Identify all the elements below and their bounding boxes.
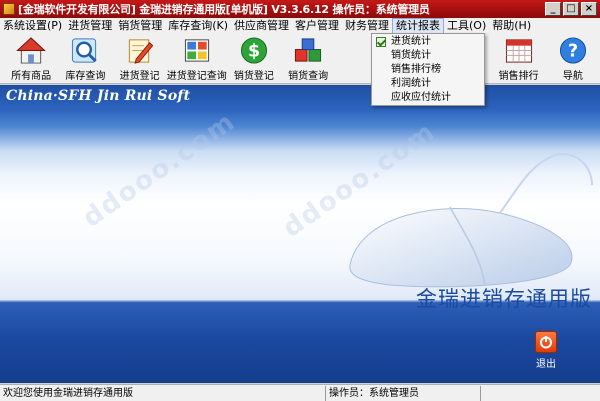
tool-navigation[interactable]: ? 导航 [546, 34, 600, 82]
menu-tools[interactable]: 工具(O) [444, 18, 489, 34]
reports-dropdown: 进货统计 销货统计 销售排行榜 利润统计 应收应付统计 [371, 33, 485, 106]
menu-customers[interactable]: 客户管理 [292, 18, 342, 34]
dropdown-item-label: 销货统计 [391, 50, 431, 61]
status-bar: 欢迎您使用金瑞进销存通用版 操作员：系统管理员 [0, 384, 600, 401]
menu-finance[interactable]: 财务管理 [342, 18, 392, 34]
app-window: [金瑞软件开发有限公司] 金瑞进销存通用版[单机版] V3.3.6.12 操作员… [0, 0, 600, 401]
boxes-icon [295, 38, 322, 62]
watermark: ddooo.com [77, 106, 242, 234]
tool-label: 导航 [562, 71, 583, 82]
menu-sales[interactable]: 销货管理 [115, 18, 165, 34]
brand-chinese: 金瑞进销存通用版 [416, 287, 592, 311]
menu-inventory[interactable]: 库存查询(K) [165, 18, 231, 34]
tool-label: 进货登记查询 [166, 71, 227, 82]
dollar-icon: $ [240, 37, 267, 64]
tool-label: 所有商品 [11, 71, 52, 82]
status-empty [481, 386, 600, 401]
menu-suppliers[interactable]: 供应商管理 [231, 18, 292, 34]
power-icon [535, 331, 557, 353]
dropdown-item-label: 利润统计 [391, 78, 431, 89]
exit-button[interactable]: 退出 [531, 331, 561, 370]
grid-icon [184, 39, 209, 62]
main-workspace: China·SFH Jin Rui Soft ddooo.com ddooo.c… [0, 85, 600, 383]
check-icon [376, 37, 386, 47]
tool-label: 销货查询 [288, 71, 329, 82]
svg-text:$: $ [248, 41, 260, 61]
dropdown-item-label: 进货统计 [391, 36, 431, 47]
tool-label: 库存查询 [65, 71, 106, 82]
tool-sales-entry[interactable]: $ 销货登记 [227, 34, 281, 82]
menu-help[interactable]: 帮助(H) [489, 18, 534, 34]
dropdown-item-label: 销售排行榜 [391, 64, 441, 75]
tool-inventory-query[interactable]: 库存查询 [58, 34, 112, 82]
help-icon: ? [559, 37, 586, 64]
dropdown-item-sales-ranking[interactable]: 销售排行榜 [372, 63, 484, 77]
tool-sales-query[interactable]: 销货查询 [281, 34, 335, 82]
menu-purchase[interactable]: 进货管理 [65, 18, 115, 34]
window-title: [金瑞软件开发有限公司] 金瑞进销存通用版[单机版] V3.3.6.12 操作员… [18, 3, 430, 16]
tool-purchase-query[interactable]: 进货登记查询 [167, 34, 227, 82]
menu-system-settings[interactable]: 系统设置(P) [0, 18, 65, 34]
house-icon [16, 37, 46, 64]
tool-label: 销货登记 [233, 71, 274, 82]
toolbar: 所有商品 库存查询 进货登记 进货登记查询 $ 销货登记 销货查询 销售排行 ?… [0, 34, 600, 84]
minimize-button[interactable]: _ [545, 2, 561, 16]
dropdown-item-profit-stats[interactable]: 利润统计 [372, 77, 484, 91]
brand-english: China·SFH Jin Rui Soft [6, 88, 191, 104]
status-welcome: 欢迎您使用金瑞进销存通用版 [0, 385, 326, 401]
pencil-icon [128, 39, 153, 64]
dropdown-item-receivable-payable[interactable]: 应收应付统计 [372, 91, 484, 105]
title-bar: [金瑞软件开发有限公司] 金瑞进销存通用版[单机版] V3.3.6.12 操作员… [0, 0, 600, 18]
dropdown-item-purchase-stats[interactable]: 进货统计 [372, 35, 484, 49]
tool-sales-ranking[interactable]: 销售排行 [491, 34, 545, 82]
tool-label: 销售排行 [498, 71, 539, 82]
exit-label: 退出 [536, 359, 556, 370]
magnifier-icon [72, 38, 98, 63]
dropdown-item-label: 应收应付统计 [391, 92, 451, 103]
maximize-button[interactable]: □ [563, 2, 579, 16]
calendar-icon [505, 39, 532, 63]
tool-all-products[interactable]: 所有商品 [4, 34, 58, 82]
dropdown-item-sales-stats[interactable]: 销货统计 [372, 49, 484, 63]
tool-label: 进货登记 [119, 71, 160, 82]
svg-text:?: ? [568, 41, 578, 61]
status-operator: 操作员：系统管理员 [326, 385, 481, 401]
tool-purchase-entry[interactable]: 进货登记 [113, 34, 167, 82]
app-logo-icon [3, 3, 15, 15]
close-button[interactable]: × [581, 2, 597, 16]
menu-reports[interactable]: 统计报表 [392, 18, 445, 34]
menu-bar: 系统设置(P) 进货管理 销货管理 库存查询(K) 供应商管理 客户管理 财务管… [0, 18, 600, 34]
